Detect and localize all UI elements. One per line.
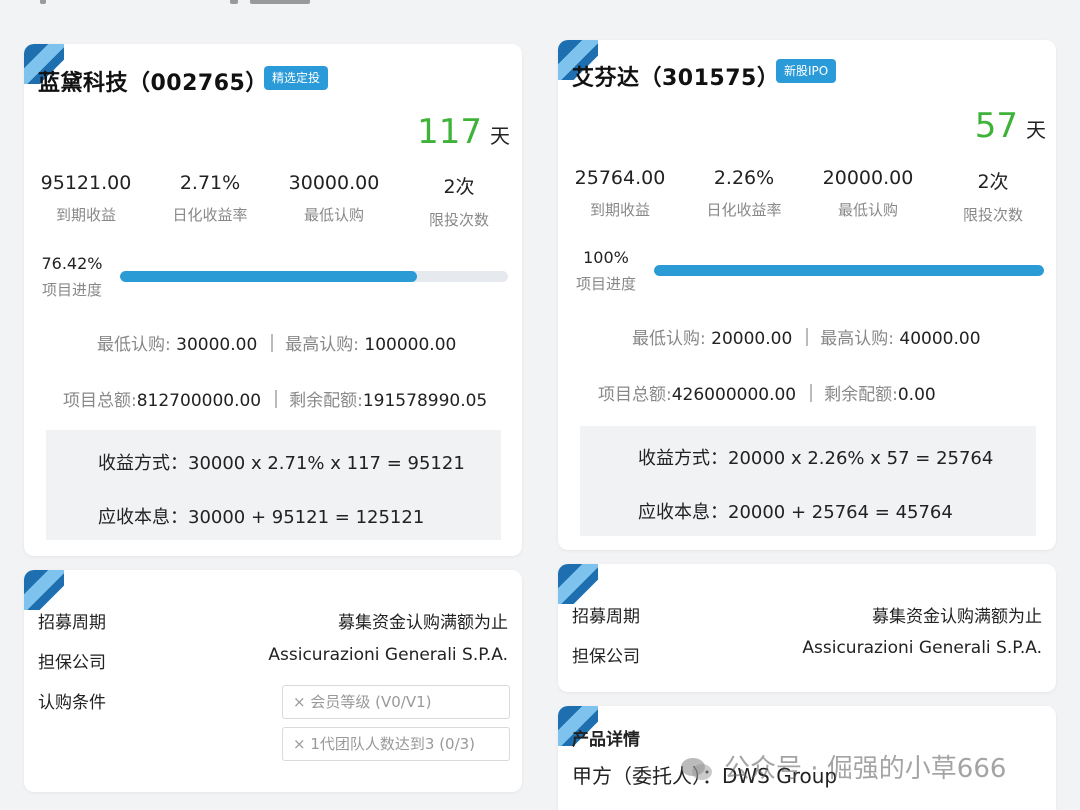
guarantor-value: Assicurazioni Generali S.P.A. [802,638,1042,658]
total-label: 项目总额: [598,385,672,405]
details-heading: 产品详情 [572,730,640,750]
days-unit: 天 [1026,118,1046,142]
stat-label: 限投次数 [962,206,1023,224]
period-value: 募集资金认购满额为止 [338,613,508,633]
stat-daily-rate: 2.71% 日化收益率 [148,172,272,230]
days-unit: 天 [490,124,510,148]
stat-value: 20000.00 [822,167,914,189]
purchase-range: 最低认购: 20000.00 最高认购: 40000.00 [632,324,981,349]
guarantor-value: Assicurazioni Generali S.P.A. [268,645,508,665]
progress-bar [654,265,1044,276]
min-purchase-label: 最低认购: [97,335,177,355]
period-value: 募集资金认购满额为止 [872,607,1042,627]
income-formula: 收益方式：30000 x 2.71% x 117 = 95121 [98,453,465,474]
stat-value: 2次 [443,176,475,198]
stat-value: 2.71% [179,172,241,194]
stat-label: 到期收益 [55,206,116,224]
formula-box: 收益方式：30000 x 2.71% x 117 = 95121 应收本息：30… [46,430,501,540]
divider [810,384,813,402]
progress-info: 76.42% 项目进度 [32,254,112,300]
income-formula: 收益方式：20000 x 2.26% x 57 = 25764 [638,448,994,469]
stats-row: 95121.00 到期收益 2.71% 日化收益率 30000.00 最低认购 2次限… [24,172,522,230]
stat-value: 30000.00 [288,172,380,194]
purchase-range: 最低认购: 30000.00 最高认购: 100000.00 [97,330,456,355]
condition-label: 认购条件 [38,693,106,713]
category-tag: 精选定投 [264,66,329,90]
stat-expected-income: 25764.00 到期收益 [558,167,682,225]
principal-formula: 应收本息：30000 + 95121 = 125121 [98,507,425,528]
total-value: 812700000.00 [136,391,262,411]
product-title: 蓝黛科技（002765） [38,71,268,96]
watermark: 公众号 · 倔强的小草666 [680,748,1006,785]
max-purchase-label: 最高认购: [285,335,365,355]
info-card-right: 招募周期 募集资金认购满额为止 担保公司 Assicurazioni Gener… [558,564,1056,692]
stat-purchase-limit: 2次限投次数 [396,172,522,230]
divider [806,328,809,346]
stat-min-purchase: 20000.00 最低认购 [806,167,930,225]
guarantor-label: 担保公司 [38,653,106,673]
period-label: 招募周期 [38,613,106,633]
max-purchase-value: 40000.00 [899,329,981,349]
remaining-label: 剩余配额: [824,385,898,405]
remaining-label: 剩余配额: [289,391,363,411]
stats-row: 25764.00 到期收益 2.26% 日化收益率 20000.00 最低认购 2次限… [558,167,1056,225]
quota-line: 项目总额:812700000.00 剩余配额:191578990.05 [63,386,487,411]
formula-box: 收益方式：20000 x 2.26% x 57 = 25764 应收本息：200… [580,426,1036,536]
stat-expected-income: 95121.00 到期收益 [24,172,148,230]
stat-label: 限投次数 [428,211,489,229]
term-days: 57 天 [975,106,1046,146]
stat-label: 日化收益率 [706,201,782,219]
stat-label: 到期收益 [589,201,650,219]
stat-value: 2.26% [713,167,775,189]
stat-daily-rate: 2.26% 日化收益率 [682,167,806,225]
stat-value: 2次 [977,171,1009,193]
stat-purchase-limit: 2次限投次数 [930,167,1056,225]
max-purchase-value: 100000.00 [364,335,457,355]
progress-percent: 76.42% [41,254,103,273]
divider [271,334,274,352]
min-purchase-value: 20000.00 [711,329,793,349]
min-purchase-label: 最低认购: [632,329,712,349]
principal-formula: 应收本息：20000 + 25764 = 45764 [638,502,953,523]
progress-percent: 100% [583,248,629,267]
days-value: 117 [417,112,482,152]
quota-line: 项目总额:426000000.00 剩余配额:0.00 [598,380,936,405]
progress-fill [654,265,1044,276]
term-days: 117 天 [417,112,510,152]
divider [275,390,278,408]
category-tag: 新股IPO [776,59,837,83]
condition-member-level[interactable]: × 会员等级 (V0/V1) [282,685,510,719]
product-card-left[interactable]: 蓝黛科技（002765） 精选定投 117 天 95121.00 到期收益 2.71… [24,44,522,556]
guarantor-label: 担保公司 [572,647,640,667]
progress-label: 项目进度 [41,281,102,299]
corner-ribbon-icon [558,564,598,604]
total-label: 项目总额: [63,391,137,411]
product-card-right[interactable]: 艾芬达（301575） 新股IPO 57 天 25764.00 到期收益 2.26%… [558,40,1056,550]
stat-min-purchase: 30000.00 最低认购 [272,172,396,230]
wechat-logo-icon [681,758,712,780]
info-card-left: 招募周期 募集资金认购满额为止 担保公司 Assicurazioni Gener… [24,570,522,792]
days-value: 57 [974,106,1018,146]
period-label: 招募周期 [572,607,640,627]
product-title: 艾芬达（301575） [572,66,780,91]
max-purchase-label: 最高认购: [820,329,900,349]
stat-value: 25764.00 [574,167,666,189]
corner-ribbon-icon [24,570,64,610]
watermark-text: 公众号 · 倔强的小草666 [724,754,1007,784]
stat-label: 日化收益率 [172,206,248,224]
progress-info: 100% 项目进度 [566,248,646,294]
stat-label: 最低认购 [303,206,364,224]
condition-team-size[interactable]: × 1代团队人数达到3 (0/3) [282,727,510,761]
min-purchase-value: 30000.00 [176,335,258,355]
progress-bar [120,271,508,282]
top-cropped-text [40,0,340,10]
progress-label: 项目进度 [575,275,636,293]
remaining-value: 191578990.05 [362,391,488,411]
remaining-value: 0.00 [897,385,936,405]
stat-label: 最低认购 [837,201,898,219]
progress-fill [120,271,417,282]
total-value: 426000000.00 [671,385,797,405]
stat-value: 95121.00 [40,172,132,194]
